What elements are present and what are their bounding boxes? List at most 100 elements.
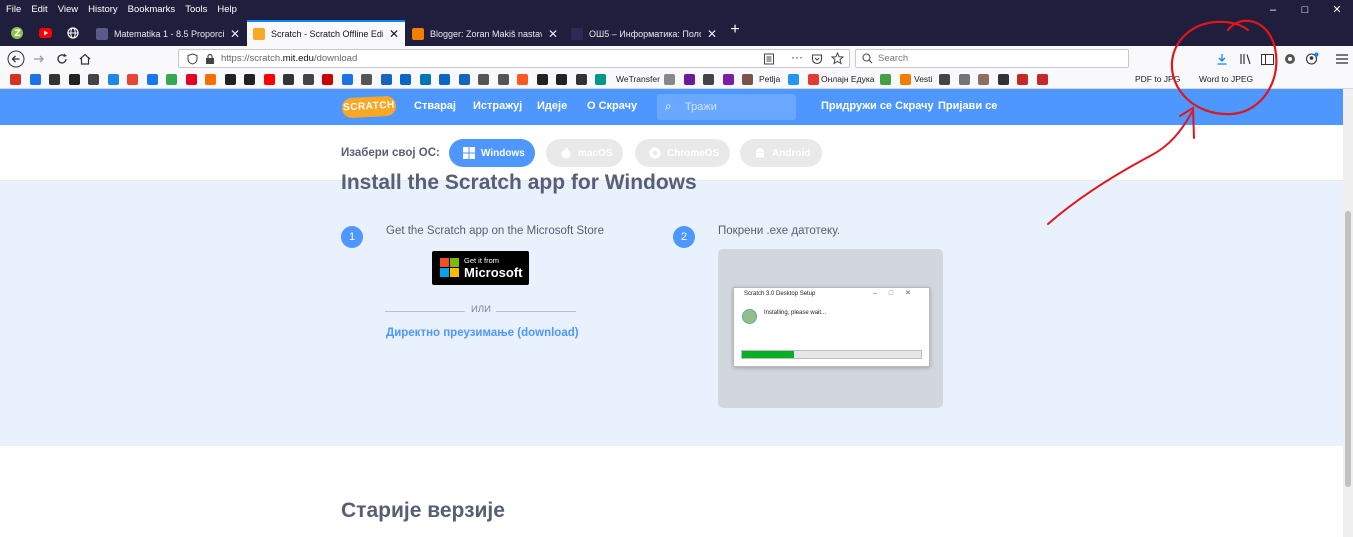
nav-ideas[interactable]: Идеје bbox=[537, 100, 567, 112]
menu-history[interactable]: History bbox=[83, 4, 123, 15]
menu-tools[interactable]: Tools bbox=[180, 4, 212, 15]
bookmark-favicon-icon[interactable] bbox=[958, 74, 970, 85]
address-bar[interactable]: https://scratch.mit.edu/download ··· bbox=[178, 49, 850, 68]
menu-help[interactable]: Help bbox=[212, 4, 242, 15]
bookmark-favicon-icon[interactable] bbox=[997, 74, 1009, 85]
pinned-tab-zoom[interactable]: Z bbox=[3, 22, 31, 44]
bookmark-favicon-icon[interactable] bbox=[880, 74, 891, 85]
tab-blogger[interactable]: Blogger: Zoran Makiš nastavnik ✕ bbox=[406, 22, 564, 46]
bookmark-star-icon[interactable] bbox=[831, 52, 844, 65]
direct-download-link[interactable]: Директно преузимање (download) bbox=[386, 327, 579, 339]
close-tab-icon[interactable]: ✕ bbox=[389, 27, 399, 41]
bookmark-word-to-jpeg[interactable]: Word to JPEG bbox=[1199, 74, 1253, 84]
tab-osh5[interactable]: ОШ5 – Информатика: Положај лика ✕ bbox=[565, 22, 723, 46]
bookmark-favicon-icon[interactable] bbox=[575, 74, 587, 85]
bookmark-favicon-icon[interactable] bbox=[536, 74, 548, 85]
bookmark-favicon-icon[interactable] bbox=[166, 74, 177, 85]
bookmark-favicon-icon[interactable] bbox=[419, 74, 431, 85]
bookmark-favicon-icon[interactable] bbox=[1036, 74, 1048, 85]
bookmark-favicon-icon[interactable] bbox=[302, 74, 314, 85]
bookmark-favicon-icon[interactable] bbox=[458, 74, 470, 85]
page-actions-icon[interactable]: ··· bbox=[791, 50, 803, 64]
bookmark-favicon-icon[interactable] bbox=[478, 74, 489, 85]
back-button[interactable] bbox=[5, 48, 27, 70]
bookmark-onlajn-eduka[interactable]: Онлајн Едука bbox=[821, 74, 874, 84]
account-button[interactable] bbox=[1304, 51, 1320, 67]
page-scrollbar[interactable] bbox=[1343, 89, 1353, 537]
scrollbar-thumb[interactable] bbox=[1345, 211, 1351, 487]
close-tab-icon[interactable]: ✕ bbox=[230, 27, 240, 41]
bookmark-petlja[interactable]: Petlja bbox=[759, 74, 780, 84]
os-chromeos-button[interactable]: ChromeOS bbox=[635, 139, 730, 167]
bookmark-favicon-icon[interactable] bbox=[341, 74, 353, 85]
bookmark-favicon-icon[interactable] bbox=[595, 74, 606, 85]
lock-icon[interactable] bbox=[205, 53, 215, 65]
bookmark-vesti[interactable]: Vesti bbox=[914, 74, 932, 84]
new-tab-button[interactable]: + bbox=[726, 21, 744, 39]
library-button[interactable] bbox=[1237, 51, 1253, 67]
bookmark-favicon-icon[interactable] bbox=[263, 74, 275, 85]
sidebar-button[interactable] bbox=[1259, 51, 1275, 67]
forward-button[interactable] bbox=[28, 48, 50, 70]
bookmark-favicon-icon[interactable] bbox=[185, 74, 197, 85]
close-tab-icon[interactable]: ✕ bbox=[707, 27, 717, 41]
os-android-button[interactable]: Android bbox=[740, 139, 822, 167]
menu-file[interactable]: File bbox=[0, 4, 26, 15]
nav-about[interactable]: О Скрачу bbox=[587, 100, 637, 112]
os-windows-button[interactable]: Windows bbox=[449, 139, 535, 167]
bookmark-favicon-icon[interactable] bbox=[49, 74, 60, 85]
pinned-tab-youtube[interactable] bbox=[31, 22, 59, 44]
scratch-search-input[interactable]: ⌕ Тражи bbox=[657, 94, 796, 120]
close-tab-icon[interactable]: ✕ bbox=[548, 27, 558, 41]
bookmark-favicon-icon[interactable] bbox=[400, 74, 411, 85]
pinned-tab-globe[interactable] bbox=[59, 22, 87, 44]
bookmark-favicon-icon[interactable] bbox=[939, 74, 950, 85]
bookmark-favicon-icon[interactable] bbox=[439, 74, 450, 85]
bookmark-favicon-icon[interactable] bbox=[978, 74, 989, 85]
bookmark-favicon-icon[interactable] bbox=[380, 74, 392, 85]
bookmark-favicon-icon[interactable] bbox=[497, 74, 509, 85]
bookmark-favicon-icon[interactable] bbox=[664, 74, 675, 85]
tab-scratch[interactable]: Scratch - Scratch Offline Editor ✕ bbox=[247, 20, 405, 46]
tab-matematika[interactable]: Matematika 1 - 8.5 Proporcionalnost ✕ bbox=[90, 22, 246, 46]
tracking-shield-icon[interactable] bbox=[187, 53, 198, 65]
bookmark-favicon-icon[interactable] bbox=[703, 74, 714, 85]
bookmark-favicon-icon[interactable] bbox=[556, 74, 567, 85]
menu-edit[interactable]: Edit bbox=[26, 4, 52, 15]
bookmark-favicon-icon[interactable] bbox=[361, 74, 372, 85]
close-window-button[interactable]: ✕ bbox=[1321, 0, 1353, 18]
bookmark-favicon-icon[interactable] bbox=[107, 74, 119, 85]
join-scratch-link[interactable]: Придружи се Скрачу bbox=[821, 100, 934, 112]
bookmark-favicon-icon[interactable] bbox=[322, 74, 333, 85]
bookmark-favicon-icon[interactable] bbox=[127, 74, 138, 85]
bookmark-wetransfer[interactable]: WeTransfer bbox=[616, 74, 660, 84]
bookmark-favicon-icon[interactable] bbox=[68, 74, 80, 85]
downloads-button[interactable] bbox=[1214, 51, 1230, 67]
bookmark-favicon-icon[interactable] bbox=[1017, 74, 1028, 85]
reload-button[interactable] bbox=[51, 48, 73, 70]
microsoft-store-badge[interactable]: Get it from Microsoft bbox=[432, 251, 529, 285]
menu-bookmarks[interactable]: Bookmarks bbox=[123, 4, 181, 15]
bookmark-favicon-icon[interactable] bbox=[788, 74, 799, 85]
bookmark-favicon-icon[interactable] bbox=[283, 74, 294, 85]
sign-in-link[interactable]: Пријави се bbox=[938, 100, 997, 112]
nav-create[interactable]: Стварај bbox=[414, 100, 456, 112]
bookmark-favicon-icon[interactable] bbox=[88, 74, 99, 85]
scratch-logo[interactable]: SCRATCH bbox=[341, 95, 397, 119]
search-bar[interactable]: Search bbox=[855, 49, 1129, 68]
extension-button-1[interactable] bbox=[1282, 51, 1298, 67]
bookmark-favicon-icon[interactable] bbox=[742, 74, 753, 85]
pocket-icon[interactable] bbox=[811, 53, 823, 65]
bookmark-favicon-icon[interactable] bbox=[807, 74, 819, 85]
bookmark-pdf-to-jpg[interactable]: PDF to JPG bbox=[1135, 74, 1180, 84]
bookmark-favicon-icon[interactable] bbox=[517, 74, 528, 85]
bookmark-favicon-icon[interactable] bbox=[224, 74, 236, 85]
reader-view-icon[interactable] bbox=[763, 53, 775, 65]
minimize-button[interactable]: – bbox=[1257, 0, 1289, 18]
bookmark-favicon-icon[interactable] bbox=[10, 74, 21, 85]
os-macos-button[interactable]: macOS bbox=[546, 139, 623, 167]
menu-view[interactable]: View bbox=[53, 4, 83, 15]
bookmark-favicon-icon[interactable] bbox=[244, 74, 255, 85]
bookmark-favicon-icon[interactable] bbox=[205, 74, 216, 85]
home-button[interactable] bbox=[74, 48, 96, 70]
